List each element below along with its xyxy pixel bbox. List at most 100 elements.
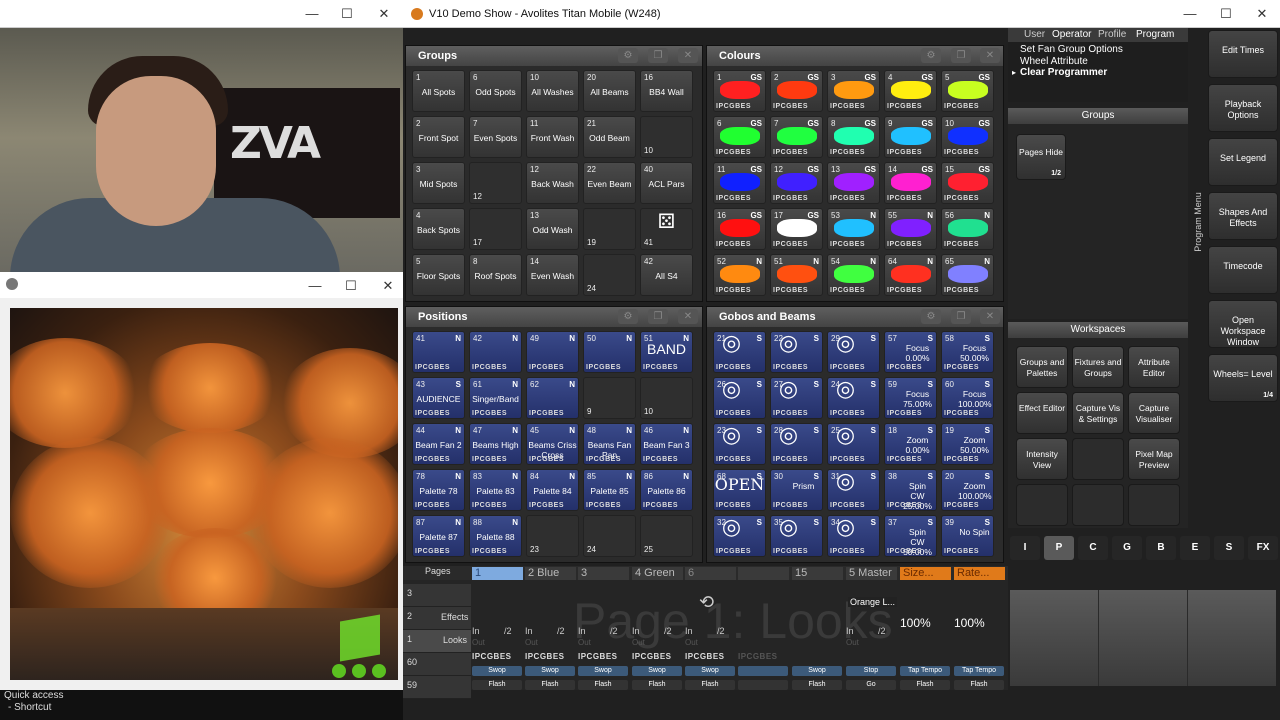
position-palette-button[interactable]: 61 N Singer/Band IPCGBES	[469, 377, 522, 419]
group-button[interactable]: 22 Even Beam	[583, 162, 636, 204]
attribute-key-g[interactable]: G	[1112, 536, 1142, 560]
colour-palette-button[interactable]: 56 N IPCGBES	[941, 208, 994, 250]
group-button[interactable]: 2 Front Spot	[412, 116, 465, 158]
program-menu-button[interactable]: Wheels= Level 1/4	[1208, 354, 1278, 402]
close-button[interactable]: ✕	[1255, 6, 1269, 22]
group-button[interactable]: 12 Back Wash	[526, 162, 579, 204]
program-menu-button[interactable]: Open Workspace Window	[1208, 300, 1278, 348]
user-label[interactable]: User	[1024, 29, 1045, 40]
fader-bottom-button[interactable]: Flash	[685, 680, 735, 690]
playback-fader[interactable]: 100% Tap Tempo Flash	[900, 616, 952, 690]
gear-icon[interactable]: ⚙	[618, 48, 638, 63]
gobo-palette-button[interactable]: 39 S No Spin IPCGBES	[941, 515, 994, 557]
program-menu-button[interactable]: Playback Options	[1208, 84, 1278, 132]
group-button[interactable]: 24	[583, 254, 636, 296]
playback-tab[interactable]: Size...	[900, 567, 951, 580]
group-button[interactable]: 6 Odd Spots	[469, 70, 522, 112]
colour-palette-button[interactable]: 13 GS IPCGBES	[827, 162, 880, 204]
playback-fader[interactable]: 100% Tap Tempo Flash	[954, 616, 1006, 690]
gobo-palette-button[interactable]: 31 S ◎ IPCGBES	[827, 469, 880, 511]
window-icon[interactable]: ❐	[951, 48, 971, 63]
group-button[interactable]: 10 All Washes	[526, 70, 579, 112]
window-icon[interactable]: ❐	[648, 48, 668, 63]
workspace-button[interactable]: Pixel Map Preview	[1128, 438, 1180, 480]
workspace-button[interactable]	[1072, 438, 1124, 480]
page-item[interactable]: 2 Effects	[403, 607, 471, 630]
page-item[interactable]: 1 Looks	[403, 630, 471, 653]
colour-palette-button[interactable]: 9 GS IPCGBES	[884, 116, 937, 158]
fader-top-button[interactable]: Stop	[846, 666, 896, 676]
gobo-palette-button[interactable]: 24 S ◎ IPCGBES	[827, 377, 880, 419]
group-button[interactable]: 1 All Spots	[412, 70, 465, 112]
fader-top-button[interactable]: Swop	[578, 666, 628, 676]
colour-palette-button[interactable]: 8 GS IPCGBES	[827, 116, 880, 158]
position-palette-button[interactable]: 43 S AUDIENCE IPCGBES	[412, 377, 465, 419]
colour-palette-button[interactable]: 10 GS IPCGBES	[941, 116, 994, 158]
workspace-button[interactable]: Attribute Editor	[1128, 346, 1180, 388]
playback-fader[interactable]: Swop Flash	[792, 624, 844, 690]
fan-options-text[interactable]: Set Fan Group Options	[1020, 44, 1123, 55]
group-button[interactable]: 14 Even Wash	[526, 254, 579, 296]
gobo-palette-button[interactable]: 68 S OPEN IPCGBES	[713, 469, 766, 511]
minimize-button[interactable]: —	[305, 6, 319, 21]
group-button[interactable]: 4 Back Spots	[412, 208, 465, 250]
colour-palette-button[interactable]: 6 GS IPCGBES	[713, 116, 766, 158]
position-palette-button[interactable]: 48 N Beams Fan Pan IPCGBES	[583, 423, 636, 465]
gear-icon[interactable]: ⚙	[921, 309, 941, 324]
position-palette-button[interactable]: 9	[583, 377, 636, 419]
colour-palette-button[interactable]: 7 GS IPCGBES	[770, 116, 823, 158]
close-icon[interactable]: ✕	[980, 309, 1000, 324]
operator-label[interactable]: Operator	[1052, 29, 1091, 40]
position-palette-button[interactable]: 51 N BAND IPCGBES	[640, 331, 693, 373]
playback-fader[interactable]: In/2 Out IPCGBES Swop Flash	[525, 624, 577, 690]
clear-programmer-text[interactable]: Clear Programmer	[1020, 67, 1107, 78]
fader-top-button[interactable]: Swop	[685, 666, 735, 676]
group-button[interactable]: 20 All Beams	[583, 70, 636, 112]
program-menu-button[interactable]: Timecode	[1208, 246, 1278, 294]
fader-bottom-button[interactable]: Flash	[900, 680, 950, 690]
group-button[interactable]: 19	[583, 208, 636, 250]
workspace-button[interactable]: Fixtures and Groups	[1072, 346, 1124, 388]
profile-label[interactable]: Profile	[1098, 29, 1126, 40]
group-button[interactable]: 42 All S4	[640, 254, 693, 296]
playback-tab[interactable]: 6	[685, 567, 736, 580]
colour-palette-button[interactable]: 3 GS IPCGBES	[827, 70, 880, 112]
position-palette-button[interactable]: 47 N Beams High IPCGBES	[469, 423, 522, 465]
maximize-button[interactable]: ☐	[340, 6, 354, 22]
group-button[interactable]: 21 Odd Beam	[583, 116, 636, 158]
zoom-icon[interactable]	[332, 664, 346, 678]
group-button[interactable]: 11 Front Wash	[526, 116, 579, 158]
minimize-button[interactable]: —	[1183, 6, 1197, 21]
playback-fader[interactable]: In/2 Out Stop Go	[846, 624, 898, 690]
colour-palette-button[interactable]: 2 GS IPCGBES	[770, 70, 823, 112]
colour-palette-button[interactable]: 52 N IPCGBES	[713, 254, 766, 296]
pan-icon[interactable]	[352, 664, 366, 678]
gear-icon[interactable]: ⚙	[921, 48, 941, 63]
workspace-button[interactable]	[1128, 484, 1180, 526]
position-palette-button[interactable]: 41 N IPCGBES	[412, 331, 465, 373]
close-button[interactable]: ✕	[381, 278, 395, 294]
fader-bottom-button[interactable]: Flash	[792, 680, 842, 690]
colour-palette-button[interactable]: 17 GS IPCGBES	[770, 208, 823, 250]
playback-fader[interactable]: In/2 Out IPCGBES Swop Flash	[632, 624, 684, 690]
playback-fader[interactable]: In/2 Out IPCGBES Swop Flash	[472, 624, 524, 690]
gear-icon[interactable]: ⚙	[618, 309, 638, 324]
fader-bottom-button[interactable]: Go	[846, 680, 896, 690]
gobo-palette-button[interactable]: 38 S Spin CW 25.00% IPCGBES	[884, 469, 937, 511]
window-icon[interactable]: ❐	[648, 309, 668, 324]
gobo-palette-button[interactable]: 60 S Focus 100.00% IPCGBES	[941, 377, 994, 419]
page-item[interactable]: 59	[403, 676, 471, 699]
page-item[interactable]: 60	[403, 653, 471, 676]
close-icon[interactable]: ✕	[678, 309, 698, 324]
workspace-button[interactable]: Capture Visualiser	[1128, 392, 1180, 434]
position-palette-button[interactable]: 86 N Palette 86 IPCGBES	[640, 469, 693, 511]
rotate-icon[interactable]	[372, 664, 386, 678]
position-palette-button[interactable]: 46 N Beam Fan 3 IPCGBES	[640, 423, 693, 465]
fader-top-button[interactable]: Swop	[525, 666, 575, 676]
group-button[interactable]: 7 Even Spots	[469, 116, 522, 158]
playback-tab[interactable]: 3 Magenta	[578, 567, 629, 592]
colour-palette-button[interactable]: 12 GS IPCGBES	[770, 162, 823, 204]
workspace-button[interactable]: Effect Editor	[1016, 392, 1068, 434]
group-button[interactable]: 3 Mid Spots	[412, 162, 465, 204]
playback-fader[interactable]: In/2 Out IPCGBES Swop Flash	[578, 624, 630, 690]
